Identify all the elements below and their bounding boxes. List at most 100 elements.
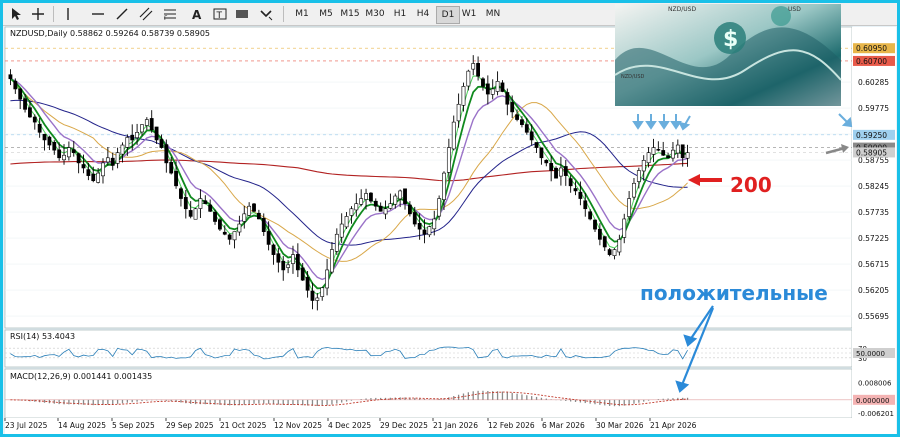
candle bbox=[305, 276, 310, 291]
candle bbox=[559, 167, 563, 177]
candle bbox=[334, 233, 339, 252]
rsi-panel bbox=[4, 329, 853, 368]
candle bbox=[593, 219, 597, 230]
candle bbox=[76, 153, 81, 164]
y-tick-label: 0.57225 bbox=[858, 234, 889, 243]
candle bbox=[539, 147, 544, 159]
candle bbox=[125, 137, 130, 148]
candle bbox=[446, 147, 451, 173]
candle bbox=[422, 229, 427, 235]
candle bbox=[666, 155, 670, 159]
candle bbox=[344, 216, 349, 228]
candle bbox=[612, 249, 617, 256]
candle bbox=[383, 208, 388, 215]
candle bbox=[607, 249, 612, 255]
y-tick-label: 0.56715 bbox=[858, 260, 889, 269]
candle bbox=[651, 147, 656, 155]
logo-dollar-text: $ bbox=[723, 27, 738, 52]
candle bbox=[281, 260, 286, 271]
y-tick-label: 0.59775 bbox=[858, 104, 889, 113]
x-tick-label: 30 Mar 2026 bbox=[596, 421, 644, 430]
candle bbox=[544, 159, 549, 164]
candle bbox=[42, 133, 47, 141]
x-tick-label: 12 Nov 2025 bbox=[274, 421, 322, 430]
candle bbox=[57, 149, 62, 159]
x-tick-label: 23 Jul 2025 bbox=[5, 421, 48, 430]
candle bbox=[393, 195, 398, 205]
candle bbox=[169, 162, 174, 174]
macd-tick-label: 0.008006 bbox=[858, 380, 892, 388]
candle bbox=[578, 191, 583, 199]
candle bbox=[417, 222, 422, 230]
x-tick-label: 6 Mar 2026 bbox=[542, 421, 585, 430]
candle bbox=[291, 254, 295, 264]
candle bbox=[485, 83, 490, 95]
price-tag-label: 0.60950 bbox=[856, 44, 887, 53]
logo-image: $ NZD/USD USD NZD/USD bbox=[614, 4, 842, 106]
macd-tick-label: -0.006201 bbox=[858, 410, 894, 418]
candle bbox=[471, 63, 476, 70]
x-tick-label: 14 Aug 2025 bbox=[58, 421, 106, 430]
candle bbox=[412, 212, 417, 225]
price-tag-label: 0.59250 bbox=[856, 131, 887, 140]
candle bbox=[427, 226, 432, 236]
candle bbox=[37, 123, 42, 133]
candle bbox=[266, 231, 271, 245]
candle bbox=[32, 116, 37, 123]
candle bbox=[183, 197, 188, 210]
candle bbox=[568, 178, 573, 187]
candle bbox=[573, 188, 578, 192]
candle bbox=[529, 131, 534, 141]
candle bbox=[373, 200, 378, 207]
candle bbox=[203, 200, 208, 204]
candle bbox=[505, 92, 510, 105]
candle bbox=[602, 236, 607, 248]
candle bbox=[661, 150, 666, 156]
candle bbox=[188, 210, 193, 217]
candle bbox=[636, 170, 641, 182]
candle bbox=[242, 213, 247, 222]
candle bbox=[354, 203, 359, 211]
y-tick-label: 0.56205 bbox=[858, 286, 889, 295]
candle bbox=[520, 119, 524, 125]
macd-title: MACD(12,26,9) 0.001441 0.001435 bbox=[10, 372, 152, 381]
candle bbox=[481, 78, 485, 87]
candle bbox=[583, 200, 588, 210]
candle bbox=[276, 253, 281, 263]
y-tick-label: 0.55695 bbox=[858, 312, 889, 321]
candle bbox=[179, 188, 183, 199]
candle bbox=[442, 172, 446, 200]
candle bbox=[398, 190, 403, 200]
candle bbox=[315, 297, 320, 301]
candle bbox=[164, 144, 169, 164]
candle bbox=[515, 114, 519, 120]
candle bbox=[105, 157, 110, 163]
candle bbox=[500, 82, 505, 92]
candle bbox=[23, 98, 27, 110]
candle bbox=[295, 254, 300, 271]
candle bbox=[495, 81, 500, 92]
candle bbox=[62, 154, 66, 161]
candle bbox=[232, 231, 237, 241]
candle bbox=[349, 208, 354, 216]
candle bbox=[680, 144, 685, 159]
candle bbox=[222, 231, 227, 235]
candle bbox=[86, 169, 91, 176]
positive-caption: положительные bbox=[640, 281, 828, 305]
candle bbox=[247, 205, 252, 216]
candle bbox=[261, 218, 266, 232]
y-tick-label: 0.57735 bbox=[858, 208, 889, 217]
candle bbox=[154, 126, 159, 141]
x-tick-label: 29 Dec 2025 bbox=[380, 421, 428, 430]
candle bbox=[300, 267, 305, 281]
rsi-value-label: 50.0000 bbox=[856, 350, 885, 358]
logo-small-text-1: NZD/USD bbox=[668, 6, 696, 13]
candle bbox=[330, 249, 334, 273]
candle bbox=[671, 149, 675, 159]
candle bbox=[101, 162, 105, 177]
candle bbox=[47, 136, 52, 146]
y-tick-label: 0.60285 bbox=[858, 78, 889, 87]
candle bbox=[198, 198, 203, 209]
candle bbox=[466, 70, 471, 87]
candle bbox=[622, 218, 627, 238]
